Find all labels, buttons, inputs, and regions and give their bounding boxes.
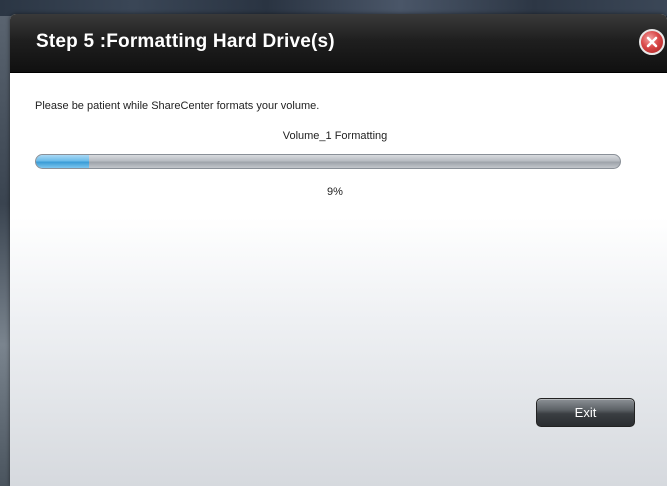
progress-percent: 9% (327, 186, 343, 198)
close-icon (646, 36, 658, 48)
instruction-message: Please be patient while ShareCenter form… (35, 100, 320, 112)
dialog-header: Step 5 :Formatting Hard Drive(s) (10, 14, 667, 73)
format-dialog: Step 5 :Formatting Hard Drive(s) Please … (10, 14, 667, 486)
dialog-title: Step 5 :Formatting Hard Drive(s) (36, 31, 335, 52)
close-button[interactable] (639, 29, 665, 55)
exit-button[interactable]: Exit (536, 398, 635, 427)
dialog-body: Please be patient while ShareCenter form… (10, 73, 667, 486)
progress-bar (35, 154, 621, 169)
progress-label: Volume_1 Formatting (282, 130, 388, 142)
progress-fill (36, 155, 89, 168)
